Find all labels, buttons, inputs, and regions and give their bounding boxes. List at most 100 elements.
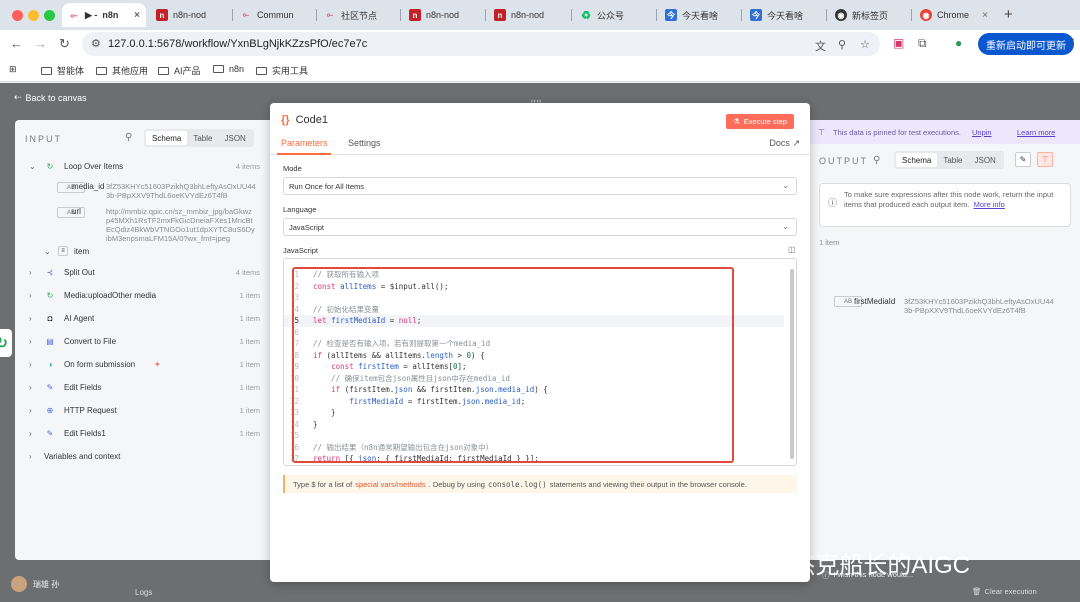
- special-vars-link[interactable]: special vars/methods: [355, 480, 425, 489]
- translate-icon[interactable]: 文: [815, 38, 826, 54]
- code-line[interactable]: 17 return [{ json: { firstMediaId: firstM…: [284, 453, 784, 465]
- search-icon[interactable]: ⚲: [873, 155, 880, 166]
- tree-node-variables-context[interactable]: › Variables and context: [15, 445, 270, 467]
- code-line[interactable]: 13 }: [284, 407, 784, 419]
- unpin-link[interactable]: Unpin: [972, 128, 992, 137]
- mode-select[interactable]: Run Once for All Items ⌄: [283, 177, 797, 195]
- code-line[interactable]: 1 // 获取所有输入项: [284, 269, 784, 281]
- code-line[interactable]: 12 firstMediaId = firstItem.json.media_i…: [284, 396, 784, 408]
- more-menu-icon[interactable]: ⋮: [1067, 36, 1079, 50]
- input-schema-tree: ⌄ ↻ Loop Over Items 4 items AB media_id …: [15, 120, 270, 560]
- forward-arrow-icon[interactable]: →: [34, 36, 47, 51]
- close-tab-icon[interactable]: ×: [982, 10, 988, 21]
- site-info-icon[interactable]: ⚙: [91, 37, 101, 50]
- output-view-json[interactable]: JSON: [968, 153, 1001, 167]
- browser-tab[interactable]: ♻ 公众号: [574, 3, 654, 27]
- code-line[interactable]: 6: [284, 327, 784, 339]
- code-line[interactable]: 9 const firstItem = allItems[0];: [284, 361, 784, 373]
- close-tab-icon[interactable]: ×: [134, 10, 140, 21]
- input-field-value[interactable]: 3fZ53KHYc51603PzikhQ3bhLeftyAsOxUU443b-P…: [106, 182, 256, 200]
- new-tab-button[interactable]: +: [1004, 6, 1013, 23]
- tree-node-item[interactable]: ⌄ ≡ item: [15, 240, 270, 262]
- bookmark-folder[interactable]: 实用工具: [256, 64, 308, 77]
- bookmark-star-icon[interactable]: ☆: [860, 38, 870, 51]
- close-window-button[interactable]: [12, 10, 23, 21]
- code-line[interactable]: 3: [284, 292, 784, 304]
- back-arrow-icon[interactable]: ←: [10, 36, 23, 51]
- tab-settings[interactable]: Settings: [348, 138, 381, 148]
- code-line[interactable]: 2 const allItems = $input.all();: [284, 281, 784, 293]
- bookmark-folder[interactable]: 其他应用: [96, 64, 148, 77]
- zoom-icon[interactable]: ⚲: [838, 38, 846, 51]
- input-field-value[interactable]: http://mmbiz.qpic.cn/sz_mmbiz_jpg/baGkwz…: [106, 207, 256, 243]
- browser-tab[interactable]: 今 今天看啥: [744, 3, 824, 27]
- code-line[interactable]: 16 // 输出结果（n8n通常期望输出包含在json对象中）: [284, 442, 784, 454]
- browser-tab[interactable]: ⟜ Commun: [234, 3, 314, 27]
- clear-execution-label: Clear execution: [984, 587, 1037, 596]
- browser-tab-n8n[interactable]: ⟜ ▶ - n8n ×: [62, 3, 146, 27]
- tree-node-media-upload[interactable]: › ↻ Media:uploadOther media 1 item: [15, 284, 270, 306]
- tree-node-split-out[interactable]: › ⊰ Split Out 4 items: [15, 261, 270, 283]
- code-line[interactable]: 8 if (allItems && allItems.length > 0) {: [284, 350, 784, 362]
- tree-node-ai-agent[interactable]: › ◘ AI Agent 1 item: [15, 307, 270, 329]
- minimize-window-button[interactable]: [28, 10, 39, 21]
- browser-tab[interactable]: n n8n-nod: [488, 3, 568, 27]
- browser-tab[interactable]: n n8n-nod: [403, 3, 483, 27]
- external-link-icon: ↗: [792, 138, 800, 148]
- line-number: 3: [294, 293, 299, 302]
- bookmark-folder[interactable]: n8n: [213, 64, 244, 74]
- back-to-canvas-link[interactable]: ⇠ Back to canvas: [14, 92, 87, 103]
- tab-parameters[interactable]: Parameters: [281, 138, 328, 148]
- user-avatar[interactable]: [11, 576, 27, 592]
- unpin-data-icon[interactable]: ⊤: [1037, 152, 1053, 167]
- learn-more-link[interactable]: Learn more: [1017, 128, 1055, 137]
- docs-link[interactable]: Docs ↗: [769, 138, 800, 149]
- tree-node-loop-over-items[interactable]: ⌄ ↻ Loop Over Items 4 items: [15, 155, 270, 177]
- expand-editor-icon[interactable]: ◫: [788, 245, 796, 254]
- code-line[interactable]: 10 // 确保item包含json属性且json中存在media_id: [284, 373, 784, 385]
- loop-node-stub-icon[interactable]: ↻: [0, 329, 12, 357]
- maximize-window-button[interactable]: [44, 10, 55, 21]
- tree-node-edit-fields[interactable]: › ✎ Edit Fields 1 item: [15, 376, 270, 398]
- relaunch-update-button[interactable]: 重新启动即可更新: [978, 33, 1074, 55]
- code-line[interactable]: 5 let firstMediaId = null;: [284, 315, 784, 327]
- browser-tab[interactable]: 今 今天看啥: [659, 3, 739, 27]
- node-title[interactable]: {} Code1: [281, 114, 328, 126]
- tree-node-edit-fields1[interactable]: › ✎ Edit Fields1 1 item: [15, 422, 270, 444]
- edit-pencil-icon[interactable]: ✎: [1015, 152, 1031, 167]
- clear-execution-button[interactable]: 🗑 Clear execution: [972, 587, 1037, 596]
- tree-node-convert-to-file[interactable]: › ▤ Convert to File 1 item: [15, 330, 270, 352]
- tree-node-http-request[interactable]: › ⊕ HTTP Request 1 item: [15, 399, 270, 421]
- browser-tab[interactable]: ◉ Chrome ×: [914, 3, 994, 27]
- line-number: 5: [294, 316, 299, 325]
- extension-icon[interactable]: ▣: [893, 36, 904, 50]
- code-line[interactable]: 11 if (firstItem.json && firstItem.json.…: [284, 384, 784, 396]
- code-line[interactable]: 7 // 检查是否有输入项，若有则提取第一个media_id: [284, 338, 784, 350]
- url-bar[interactable]: ⚙ 127.0.0.1:5678/workflow/YxnBLgNjkKZzsP…: [82, 32, 880, 56]
- bookmark-label: n8n: [229, 64, 245, 74]
- output-field-value[interactable]: 3fZ53KHYc51603PzikhQ3bhLeftyAsOxUU443b-P…: [904, 297, 1054, 315]
- extensions-puzzle-icon[interactable]: ⧉: [918, 36, 927, 51]
- reload-icon[interactable]: ↻: [59, 36, 70, 52]
- pencil-icon: ✎: [46, 382, 54, 392]
- editor-scrollbar[interactable]: [790, 269, 794, 459]
- apps-grid-icon[interactable]: ⊞: [9, 64, 17, 75]
- browser-tab[interactable]: ◉ 新标签页: [829, 3, 909, 27]
- logs-panel-toggle[interactable]: Logs: [135, 588, 152, 597]
- code-line[interactable]: 4 // 初始化结果变量: [284, 304, 784, 316]
- more-info-link[interactable]: More info: [974, 200, 1005, 209]
- code-line[interactable]: 15: [284, 430, 784, 442]
- code-line[interactable]: 14}: [284, 419, 784, 431]
- bookmark-folder[interactable]: AI产品: [158, 64, 201, 77]
- output-view-schema[interactable]: Schema: [896, 153, 938, 167]
- bookmark-folder[interactable]: 智能体: [41, 64, 84, 77]
- execute-step-button[interactable]: ⚗ Execute step: [726, 114, 795, 129]
- code-editor[interactable]: 1 // 获取所有输入项 2 const allItems = $input.all(…: [283, 258, 797, 466]
- profile-avatar-icon[interactable]: ●: [955, 36, 962, 50]
- browser-tab[interactable]: n n8n-nod: [150, 3, 230, 27]
- language-select[interactable]: JavaScript ⌄: [283, 218, 797, 236]
- code-text: // 获取所有输入项: [313, 270, 380, 279]
- browser-tab[interactable]: ⟜ 社区节点: [318, 3, 398, 27]
- output-view-table[interactable]: Table: [937, 153, 968, 167]
- tree-node-form-submission[interactable]: › ◑ On form submission ✦ 1 item: [15, 353, 270, 375]
